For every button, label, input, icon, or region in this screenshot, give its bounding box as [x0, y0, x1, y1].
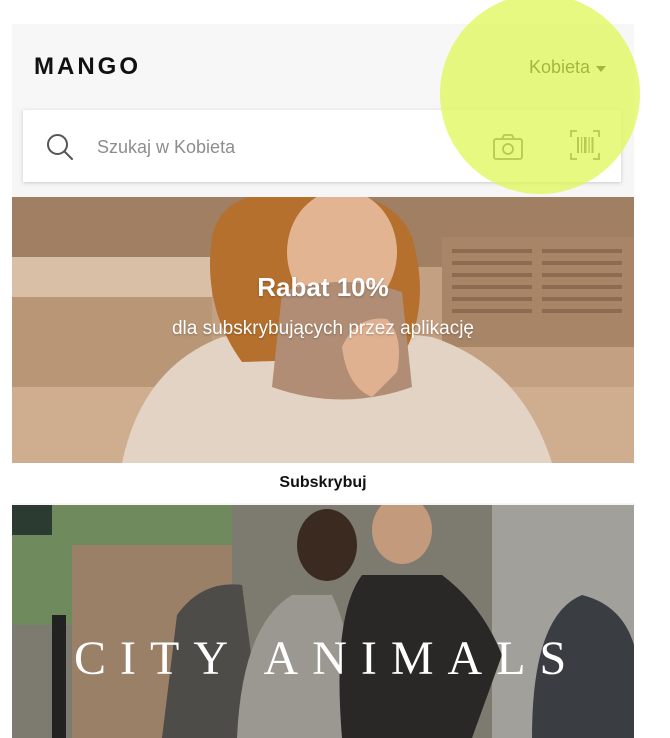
promo-banner[interactable]: Rabat 10% dla subskrybujących przez apli… — [12, 197, 634, 463]
campaign-photo — [12, 505, 634, 738]
promo-title: Rabat 10% — [257, 272, 389, 302]
campaign-title: CITY ANIMALS — [74, 632, 581, 685]
top-bar: MANGO Kobieta — [12, 24, 634, 108]
campaign-banner[interactable]: CITY ANIMALS — [12, 505, 634, 738]
section-label: Kobieta — [528, 57, 590, 77]
promo-subtitle: dla subskrybujących przez aplikację — [171, 318, 475, 339]
barcode-scan-icon[interactable] — [569, 129, 601, 161]
search-input[interactable] — [95, 128, 479, 166]
camera-icon[interactable] — [491, 130, 525, 164]
app-screen: MANGO Kobieta Szukaj w Kobieta Rabat 10%… — [12, 24, 634, 738]
brand-logo[interactable]: MANGO — [34, 53, 141, 81]
search-icon — [47, 134, 73, 160]
subscribe-button[interactable]: Subskrybuj — [12, 463, 634, 503]
section-dropdown[interactable]: Kobieta — [529, 57, 606, 78]
search-bar — [23, 110, 621, 182]
caret-down-icon — [596, 65, 606, 72]
